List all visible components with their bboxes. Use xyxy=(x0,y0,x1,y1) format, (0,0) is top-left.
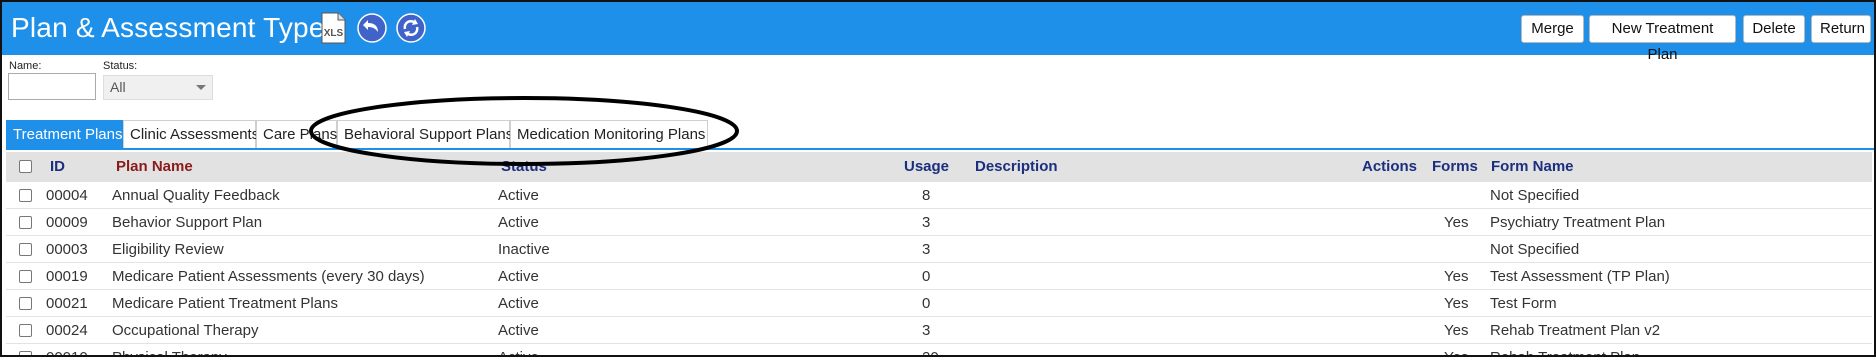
row-checkbox[interactable] xyxy=(19,189,32,202)
row-id: 00010 xyxy=(46,349,88,355)
row-usage: 0 xyxy=(922,268,931,285)
row-form-name: Rehab Treatment Plan v2 xyxy=(1490,322,1661,339)
row-id: 00009 xyxy=(46,214,88,231)
name-filter-input[interactable] xyxy=(8,73,96,100)
row-forms: Yes xyxy=(1444,268,1469,285)
row-checkbox[interactable] xyxy=(19,351,32,355)
column-header-plan-name[interactable]: Plan Name xyxy=(116,158,193,175)
app-window: Plan & Assessment Types XLS Merge New Tr… xyxy=(0,0,1876,357)
column-header-description[interactable]: Description xyxy=(975,158,1058,175)
row-usage: 0 xyxy=(922,295,931,312)
row-status: Active xyxy=(498,268,539,285)
row-usage: 3 xyxy=(922,322,931,339)
row-forms: Yes xyxy=(1444,295,1469,312)
table-row[interactable]: 00009 Behavior Support Plan Active 3 Yes… xyxy=(6,209,1872,236)
row-form-name: Not Specified xyxy=(1490,241,1580,258)
row-plan-name[interactable]: Occupational Therapy xyxy=(112,322,258,339)
tab-clinic-assessments[interactable]: Clinic Assessments xyxy=(123,120,259,149)
row-plan-name[interactable]: Behavior Support Plan xyxy=(112,214,262,231)
return-button[interactable]: Return xyxy=(1811,15,1871,43)
row-checkbox[interactable] xyxy=(19,243,32,256)
table-row[interactable]: 00004 Annual Quality Feedback Active 8 N… xyxy=(6,182,1872,209)
row-checkbox[interactable] xyxy=(19,216,32,229)
table-row[interactable]: 00021 Medicare Patient Treatment Plans A… xyxy=(6,290,1872,317)
row-checkbox[interactable] xyxy=(19,297,32,310)
row-form-name: Rehab Treatment Plan xyxy=(1490,349,1640,355)
table-row[interactable]: 00003 Eligibility Review Inactive 3 Not … xyxy=(6,236,1872,263)
back-icon[interactable] xyxy=(357,13,387,45)
column-header-id[interactable]: ID xyxy=(50,158,65,175)
xls-export-icon[interactable]: XLS xyxy=(318,12,348,44)
row-forms: Yes xyxy=(1444,349,1468,355)
row-status: Active xyxy=(498,187,539,204)
page-title: Plan & Assessment Types xyxy=(11,12,339,43)
row-usage: 20 xyxy=(922,349,939,355)
row-usage: 3 xyxy=(922,214,931,231)
column-header-form-name[interactable]: Form Name xyxy=(1491,158,1574,175)
select-all-checkbox[interactable] xyxy=(19,160,32,173)
status-filter-label: Status: xyxy=(103,60,138,72)
chevron-down-icon xyxy=(196,85,206,90)
page-header: Plan & Assessment Types XLS Merge New Tr… xyxy=(2,2,1874,63)
table-header: ID Plan Name Status Usage Description Ac… xyxy=(6,152,1872,182)
name-filter-label: Name: xyxy=(9,60,42,72)
row-forms: Yes xyxy=(1444,214,1469,231)
refresh-icon[interactable] xyxy=(396,13,426,45)
row-usage: 3 xyxy=(922,241,931,258)
row-form-name: Psychiatry Treatment Plan xyxy=(1490,214,1666,231)
tab-underline xyxy=(6,148,1874,150)
status-filter-select[interactable]: All xyxy=(103,75,213,100)
column-header-actions: Actions xyxy=(1362,158,1418,175)
row-id: 00021 xyxy=(46,295,88,312)
row-id: 00003 xyxy=(46,241,88,258)
row-form-name: Test Assessment (TP Plan) xyxy=(1490,268,1670,285)
new-treatment-plan-button[interactable]: New Treatment Plan xyxy=(1589,15,1736,63)
row-plan-name[interactable]: Eligibility Review xyxy=(112,241,224,258)
row-plan-name[interactable]: Medicare Patient Treatment Plans xyxy=(112,295,338,312)
tab-behavioral-support-plans[interactable]: Behavioral Support Plans xyxy=(337,120,513,149)
table-row[interactable]: 00019 Medicare Patient Assessments (ever… xyxy=(6,263,1872,290)
merge-button[interactable]: Merge xyxy=(1521,15,1584,43)
row-status: Active xyxy=(498,349,539,355)
row-form-name: Not Specified xyxy=(1490,187,1580,204)
row-checkbox[interactable] xyxy=(19,324,32,337)
row-status: Inactive xyxy=(498,241,550,258)
delete-button[interactable]: Delete xyxy=(1743,15,1805,43)
row-usage: 8 xyxy=(922,187,931,204)
row-form-name: Test Form xyxy=(1490,295,1557,312)
xls-label: XLS xyxy=(324,28,344,39)
row-plan-name[interactable]: Medicare Patient Assessments (every 30 d… xyxy=(112,268,425,285)
table-row[interactable]: 00024 Occupational Therapy Active 3 Yes … xyxy=(6,317,1872,344)
row-id: 00004 xyxy=(46,187,88,204)
row-id: 00019 xyxy=(46,268,88,285)
status-filter-value: All xyxy=(110,79,126,95)
column-header-forms[interactable]: Forms xyxy=(1432,158,1478,175)
column-header-usage[interactable]: Usage xyxy=(904,158,949,175)
row-plan-name[interactable]: Annual Quality Feedback xyxy=(112,187,280,204)
tab-care-plans[interactable]: Care Plans xyxy=(256,120,337,149)
row-checkbox[interactable] xyxy=(19,270,32,283)
tab-medication-monitoring-plans[interactable]: Medication Monitoring Plans xyxy=(510,120,708,149)
column-header-status[interactable]: Status xyxy=(501,158,547,175)
row-status: Active xyxy=(498,322,539,339)
row-forms: Yes xyxy=(1444,322,1469,339)
row-status: Active xyxy=(498,214,539,231)
row-plan-name[interactable]: Physical Therapy xyxy=(112,349,227,355)
row-status: Active xyxy=(498,295,539,312)
table-row[interactable]: 00010 Physical Therapy Active 20 Yes Reh… xyxy=(6,344,1872,355)
tab-treatment-plans[interactable]: Treatment Plans xyxy=(6,120,123,149)
row-id: 00024 xyxy=(46,322,88,339)
